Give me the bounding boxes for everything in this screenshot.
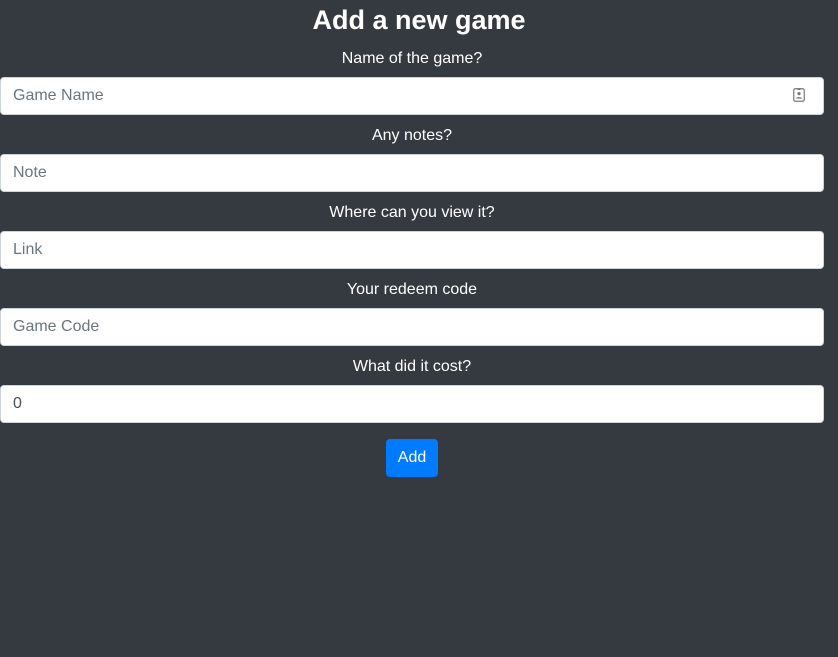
- game-name-group: Name of the game?: [0, 38, 824, 115]
- game-name-input[interactable]: [0, 77, 824, 115]
- game-name-label: Name of the game?: [341, 50, 483, 67]
- link-input[interactable]: [0, 231, 824, 269]
- button-row: Add: [0, 439, 824, 477]
- note-input[interactable]: [0, 154, 824, 192]
- note-group: Any notes?: [0, 115, 824, 192]
- note-wrap: [0, 154, 824, 192]
- game-code-input[interactable]: [0, 308, 824, 346]
- game-code-group: Your redeem code: [0, 269, 824, 346]
- cost-input[interactable]: [0, 385, 824, 423]
- cost-group: What did it cost?: [0, 346, 824, 423]
- game-code-label: Your redeem code: [346, 281, 478, 298]
- add-game-page: Add a new game Name of the game? Any not…: [0, 0, 838, 657]
- page-title: Add a new game: [312, 5, 526, 35]
- cost-wrap: [0, 385, 824, 423]
- link-label: Where can you view it?: [329, 204, 495, 221]
- note-label: Any notes?: [371, 127, 453, 144]
- add-button[interactable]: Add: [385, 439, 439, 477]
- contact-card-icon[interactable]: [793, 88, 805, 102]
- link-wrap: [0, 231, 824, 269]
- link-group: Where can you view it?: [0, 192, 824, 269]
- game-code-wrap: [0, 308, 824, 346]
- game-name-wrap: [0, 77, 824, 115]
- cost-label: What did it cost?: [352, 358, 472, 375]
